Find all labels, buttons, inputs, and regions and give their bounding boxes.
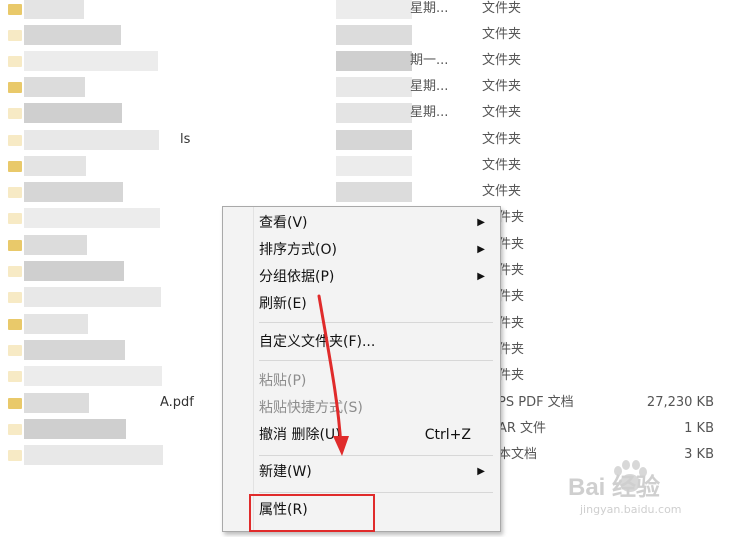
- watermark: Bai 经验 jingyan.baidu.com: [560, 455, 740, 525]
- watermark-subtext: jingyan.baidu.com: [580, 503, 682, 516]
- watermark-text: Bai 经验: [568, 474, 661, 501]
